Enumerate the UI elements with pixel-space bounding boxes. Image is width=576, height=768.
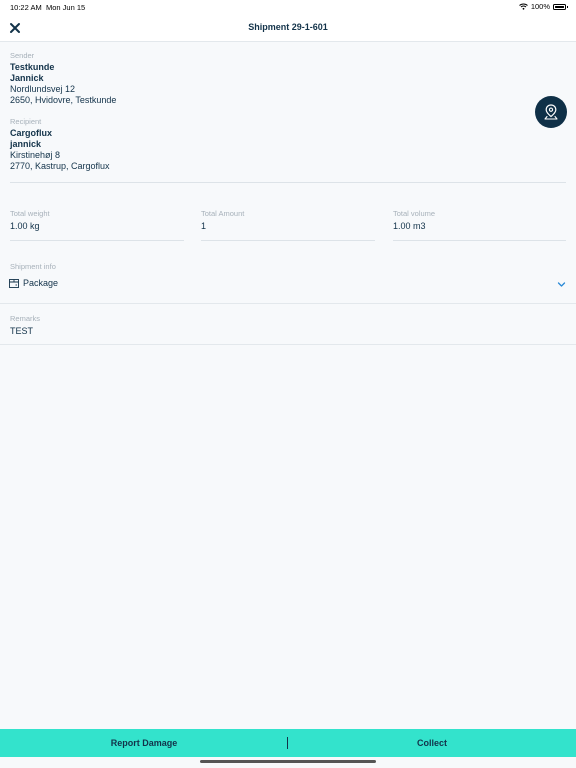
remarks-label: Remarks xyxy=(10,314,41,323)
recipient-contact: jannick xyxy=(10,139,42,149)
map-pin-icon xyxy=(544,104,558,120)
recipient-label: Recipient xyxy=(10,117,42,126)
recipient-company: Cargoflux xyxy=(10,128,53,138)
shipment-info-label: Shipment info xyxy=(10,262,56,271)
sender-city: 2650, Hvidovre, Testkunde xyxy=(10,95,117,105)
recipient-section: Recipient Cargoflux jannick Kirstinehøj … xyxy=(10,117,110,172)
total-weight: Total weight 1.00 kg xyxy=(10,209,50,232)
action-separator xyxy=(287,737,288,749)
battery-percent: 100% xyxy=(530,2,550,11)
map-button[interactable] xyxy=(535,96,567,128)
total-weight-value: 1.00 kg xyxy=(10,221,40,231)
shipment-info-section: Shipment info Package xyxy=(0,260,576,304)
total-amount-value: 1 xyxy=(201,221,207,231)
total-volume-underline xyxy=(393,240,566,241)
battery-fill xyxy=(555,5,564,8)
chevron-down-icon[interactable] xyxy=(557,280,566,289)
battery-icon xyxy=(553,3,568,10)
sender-street: Nordlundsvej 12 xyxy=(10,84,76,94)
status-indicators: 100% xyxy=(518,2,568,11)
remarks-value: TEST xyxy=(10,326,34,336)
recipient-city: 2770, Kastrup, Cargoflux xyxy=(10,161,110,171)
wifi-icon xyxy=(518,3,528,10)
total-amount: Total Amount 1 xyxy=(201,209,244,232)
package-type: Package xyxy=(23,278,59,288)
totals-row: Total weight 1.00 kg Total Amount 1 Tota… xyxy=(0,209,576,243)
total-weight-underline xyxy=(10,240,184,241)
total-volume-value: 1.00 m3 xyxy=(393,221,426,231)
section-divider xyxy=(10,182,566,183)
package-icon xyxy=(9,279,19,288)
sender-company: Testkunde xyxy=(10,62,55,72)
total-amount-underline xyxy=(201,240,375,241)
status-time: 10:22 AM xyxy=(10,3,42,12)
collect-button[interactable]: Collect xyxy=(288,729,576,757)
report-damage-button[interactable]: Report Damage xyxy=(0,729,288,757)
status-date: Mon Jun 15 xyxy=(46,3,86,12)
action-bar: Report Damage Collect xyxy=(0,729,576,757)
recipient-street: Kirstinehøj 8 xyxy=(10,150,61,160)
nav-bar: Shipment 29-1-601 xyxy=(0,14,576,42)
total-volume-label: Total volume xyxy=(393,209,436,218)
package-selector[interactable]: Package xyxy=(9,278,58,289)
status-bar: 10:22 AM Mon Jun 15 100% xyxy=(0,0,576,14)
remarks-section: Remarks TEST xyxy=(0,304,576,345)
total-amount-label: Total Amount xyxy=(201,209,245,218)
sender-section: Sender Testkunde Jannick Nordlundsvej 12… xyxy=(10,51,116,106)
sender-contact: Jannick xyxy=(10,73,44,83)
total-weight-label: Total weight xyxy=(10,209,50,218)
sender-label: Sender xyxy=(10,51,35,60)
home-indicator xyxy=(200,760,376,763)
total-volume: Total volume 1.00 m3 xyxy=(393,209,435,232)
page-title: Shipment 29-1-601 xyxy=(248,22,328,32)
